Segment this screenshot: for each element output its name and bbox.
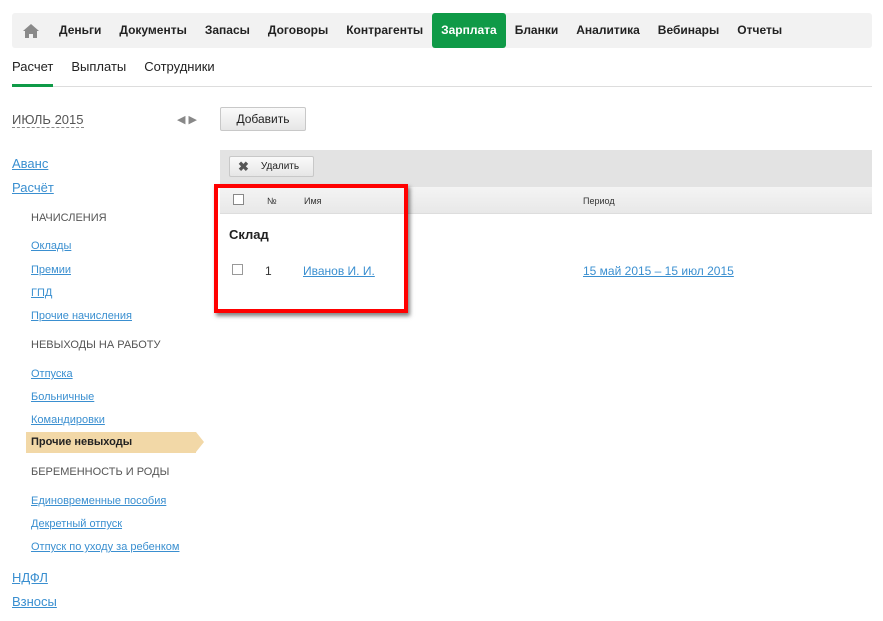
nav-blanki[interactable]: Бланки bbox=[506, 13, 568, 48]
month-arrows: ◀▶ bbox=[177, 113, 200, 126]
table-toolbar: ✖ Удалить bbox=[220, 150, 872, 187]
delete-button[interactable]: ✖ Удалить bbox=[229, 156, 314, 177]
sidebar-avans[interactable]: Аванс bbox=[12, 156, 48, 171]
highlight-annotation bbox=[214, 184, 408, 313]
tab-vyplaty[interactable]: Выплаты bbox=[71, 52, 126, 86]
delete-label: Удалить bbox=[260, 161, 300, 172]
prev-month-icon[interactable]: ◀ bbox=[177, 114, 188, 126]
top-navigation: Деньги Документы Запасы Договоры Контраг… bbox=[12, 13, 872, 48]
home-icon[interactable] bbox=[12, 13, 50, 48]
sidebar-dekret[interactable]: Декретный отпуск bbox=[31, 518, 122, 530]
add-button[interactable]: Добавить bbox=[220, 107, 306, 131]
col-period[interactable]: Период bbox=[583, 196, 615, 206]
nav-kontragenty[interactable]: Контрагенты bbox=[337, 13, 432, 48]
section-nevyhody: НЕВЫХОДЫ НА РАБОТУ bbox=[31, 339, 161, 351]
nav-dengi[interactable]: Деньги bbox=[50, 13, 110, 48]
section-nachisleniya: НАЧИСЛЕНИЯ bbox=[31, 212, 107, 224]
sidebar-uhod[interactable]: Отпуск по уходу за ребенком bbox=[31, 541, 179, 553]
sidebar-edinovremennye[interactable]: Единовременные пособия bbox=[31, 495, 166, 507]
period-link[interactable]: 15 май 2015 – 15 июл 2015 bbox=[583, 264, 734, 278]
close-icon: ✖ bbox=[238, 158, 249, 174]
nav-dogovory[interactable]: Договоры bbox=[259, 13, 337, 48]
nav-otchety[interactable]: Отчеты bbox=[728, 13, 791, 48]
next-month-icon[interactable]: ▶ bbox=[188, 114, 199, 126]
sidebar-gpd[interactable]: ГПД bbox=[31, 287, 52, 299]
sidebar-vznosy[interactable]: Взносы bbox=[12, 594, 57, 609]
sidebar-ndfl[interactable]: НДФЛ bbox=[12, 570, 48, 585]
nav-zarplata[interactable]: Зарплата bbox=[432, 13, 506, 48]
tab-raschet[interactable]: Расчет bbox=[12, 52, 54, 87]
nav-vebinary[interactable]: Вебинары bbox=[649, 13, 728, 48]
sidebar-oklady[interactable]: Оклады bbox=[31, 240, 71, 252]
sidebar-bolnichnye[interactable]: Больничные bbox=[31, 391, 94, 403]
nav-dokumenty[interactable]: Документы bbox=[110, 13, 195, 48]
sub-navigation: Расчет Выплаты Сотрудники bbox=[12, 52, 872, 87]
sidebar-raschet[interactable]: Расчёт bbox=[12, 180, 54, 195]
sidebar-komandirovki[interactable]: Командировки bbox=[31, 414, 105, 426]
sidebar-prochie-nevyhody[interactable]: Прочие невыходы bbox=[26, 432, 204, 453]
month-selector[interactable]: ИЮЛЬ 2015 bbox=[12, 112, 84, 128]
nav-analitika[interactable]: Аналитика bbox=[567, 13, 649, 48]
sidebar-prochie-nachisleniya[interactable]: Прочие начисления bbox=[31, 310, 132, 322]
tab-sotrudniki[interactable]: Сотрудники bbox=[144, 52, 214, 86]
sidebar-otpuska[interactable]: Отпуска bbox=[31, 368, 73, 380]
nav-zapasy[interactable]: Запасы bbox=[196, 13, 259, 48]
section-beremennost: БЕРЕМЕННОСТЬ И РОДЫ bbox=[31, 466, 170, 478]
sidebar-premii[interactable]: Премии bbox=[31, 264, 71, 276]
